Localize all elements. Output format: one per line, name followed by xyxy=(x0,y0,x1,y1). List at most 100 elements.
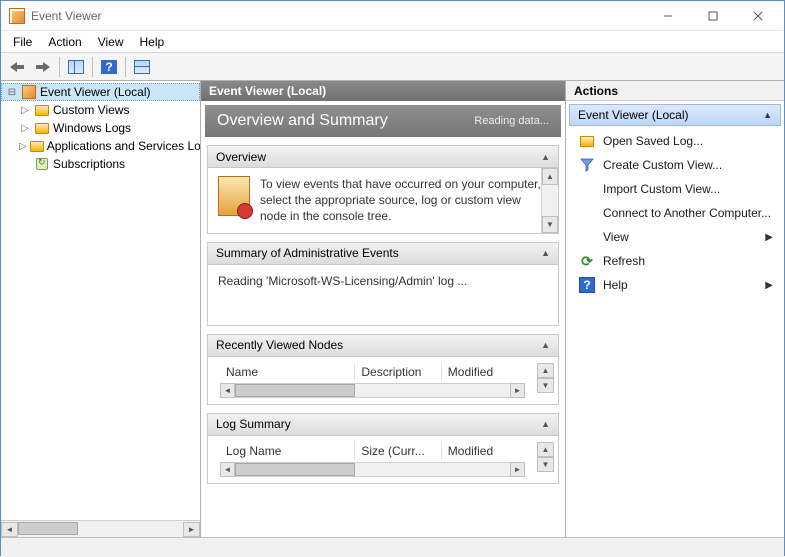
scroll-thumb[interactable] xyxy=(235,463,355,476)
section-title: Recently Viewed Nodes xyxy=(216,338,541,352)
col-modified[interactable]: Modified xyxy=(442,442,515,460)
col-name[interactable]: Name xyxy=(220,363,355,381)
recent-section-header[interactable]: Recently Viewed Nodes ▲ xyxy=(208,335,558,357)
show-hide-action-button[interactable] xyxy=(130,56,154,78)
back-button[interactable] xyxy=(5,56,29,78)
menu-action[interactable]: Action xyxy=(40,32,89,52)
recent-vscrollbar[interactable]: ▲ ▼ xyxy=(537,363,554,404)
blank-icon xyxy=(579,205,595,221)
overview-text: To view events that have occurred on you… xyxy=(260,176,548,225)
col-logname[interactable]: Log Name xyxy=(220,442,355,460)
action-label: Help xyxy=(603,278,757,292)
blank-icon xyxy=(579,229,595,245)
collapse-icon[interactable]: ▲ xyxy=(541,340,550,350)
folder-icon xyxy=(34,102,50,118)
scroll-up-button[interactable]: ▲ xyxy=(537,442,554,457)
collapse-icon[interactable]: ▲ xyxy=(541,419,550,429)
show-hide-tree-button[interactable] xyxy=(64,56,88,78)
tree-hscrollbar[interactable]: ◄ ► xyxy=(1,520,200,537)
action-refresh[interactable]: ⟳ Refresh xyxy=(569,249,781,273)
logsum-section-header[interactable]: Log Summary ▲ xyxy=(208,414,558,436)
overview-section-header[interactable]: Overview ▲ xyxy=(208,146,558,168)
summary-section-header[interactable]: Summary of Administrative Events ▲ xyxy=(208,243,558,265)
action-help-submenu[interactable]: ? Help ▶ xyxy=(569,273,781,297)
expand-icon[interactable]: ▷ xyxy=(19,141,27,152)
collapse-icon[interactable]: ⊟ xyxy=(6,87,18,98)
subscriptions-icon xyxy=(34,156,50,172)
scroll-left-button[interactable]: ◄ xyxy=(1,522,18,537)
tree-root-label: Event Viewer (Local) xyxy=(40,85,151,99)
scroll-left-button[interactable]: ◄ xyxy=(220,462,235,477)
tree-item-custom-views[interactable]: ▷ Custom Views xyxy=(1,101,200,119)
scroll-right-button[interactable]: ► xyxy=(510,462,525,477)
action-label: Open Saved Log... xyxy=(603,134,773,148)
menubar: File Action View Help xyxy=(1,31,784,53)
chevron-right-icon: ▶ xyxy=(765,232,773,243)
col-size[interactable]: Size (Curr... xyxy=(355,442,441,460)
logsum-vscrollbar[interactable]: ▲ ▼ xyxy=(537,442,554,483)
refresh-icon: ⟳ xyxy=(579,253,595,269)
close-button[interactable] xyxy=(735,2,780,30)
scroll-right-button[interactable]: ► xyxy=(183,522,200,537)
tree-item-label: Applications and Services Lo xyxy=(47,139,200,153)
section-title: Log Summary xyxy=(216,417,541,431)
blank-twist xyxy=(19,159,31,170)
recent-columns: Name Description Modified xyxy=(212,363,533,383)
action-open-saved-log[interactable]: Open Saved Log... xyxy=(569,129,781,153)
window-title: Event Viewer xyxy=(31,9,645,23)
tree-item-apps-services[interactable]: ▷ Applications and Services Lo xyxy=(1,137,200,155)
minimize-button[interactable] xyxy=(645,2,690,30)
overview-vscrollbar[interactable]: ▲ ▼ xyxy=(541,168,558,233)
app-icon xyxy=(9,8,25,24)
scroll-down-button[interactable]: ▼ xyxy=(542,216,558,233)
col-description[interactable]: Description xyxy=(355,363,441,381)
folder-icon xyxy=(34,120,50,136)
scroll-thumb[interactable] xyxy=(235,384,355,397)
menu-help[interactable]: Help xyxy=(132,32,173,52)
overview-title: Overview and Summary xyxy=(217,112,474,130)
collapse-icon[interactable]: ▲ xyxy=(541,152,550,162)
action-view-submenu[interactable]: View ▶ xyxy=(569,225,781,249)
center-header: Event Viewer (Local) xyxy=(201,81,565,101)
scroll-right-button[interactable]: ► xyxy=(510,383,525,398)
recent-hscrollbar[interactable]: ◄ ► xyxy=(212,383,533,404)
tree-root[interactable]: ⊟ Event Viewer (Local) xyxy=(1,83,200,101)
overview-section: Overview ▲ To view events that have occu… xyxy=(207,145,559,234)
overview-status: Reading data... xyxy=(474,115,549,127)
collapse-icon[interactable]: ▲ xyxy=(763,110,772,120)
scroll-down-button[interactable]: ▼ xyxy=(537,378,554,393)
actions-group-title: Event Viewer (Local) xyxy=(578,108,763,122)
event-viewer-icon xyxy=(21,84,37,100)
scroll-thumb[interactable] xyxy=(18,522,78,535)
tree-item-subscriptions[interactable]: Subscriptions xyxy=(1,155,200,173)
toolbar xyxy=(1,53,784,81)
scroll-left-button[interactable]: ◄ xyxy=(220,383,235,398)
action-label: Create Custom View... xyxy=(603,158,773,172)
tree-item-windows-logs[interactable]: ▷ Windows Logs xyxy=(1,119,200,137)
actions-group-header[interactable]: Event Viewer (Local) ▲ xyxy=(569,104,781,126)
menu-view[interactable]: View xyxy=(90,32,132,52)
statusbar xyxy=(1,537,784,557)
menu-file[interactable]: File xyxy=(5,32,40,52)
expand-icon[interactable]: ▷ xyxy=(19,123,31,134)
scroll-down-button[interactable]: ▼ xyxy=(537,457,554,472)
scroll-up-button[interactable]: ▲ xyxy=(537,363,554,378)
logsum-columns: Log Name Size (Curr... Modified xyxy=(212,442,533,462)
titlebar: Event Viewer xyxy=(1,1,784,31)
scroll-up-button[interactable]: ▲ xyxy=(542,168,558,185)
action-connect-computer[interactable]: Connect to Another Computer... xyxy=(569,201,781,225)
tree-item-label: Custom Views xyxy=(53,103,129,117)
logsum-hscrollbar[interactable]: ◄ ► xyxy=(212,462,533,483)
summary-text: Reading 'Microsoft-WS-Licensing/Admin' l… xyxy=(218,273,467,317)
section-title: Summary of Administrative Events xyxy=(216,246,541,260)
maximize-button[interactable] xyxy=(690,2,735,30)
expand-icon[interactable]: ▷ xyxy=(19,105,31,116)
action-create-custom-view[interactable]: Create Custom View... xyxy=(569,153,781,177)
col-modified[interactable]: Modified xyxy=(442,363,515,381)
collapse-icon[interactable]: ▲ xyxy=(541,248,550,258)
action-import-custom-view[interactable]: Import Custom View... xyxy=(569,177,781,201)
forward-button[interactable] xyxy=(31,56,55,78)
action-label: Import Custom View... xyxy=(603,182,773,196)
help-button[interactable] xyxy=(97,56,121,78)
help-icon: ? xyxy=(579,277,595,293)
